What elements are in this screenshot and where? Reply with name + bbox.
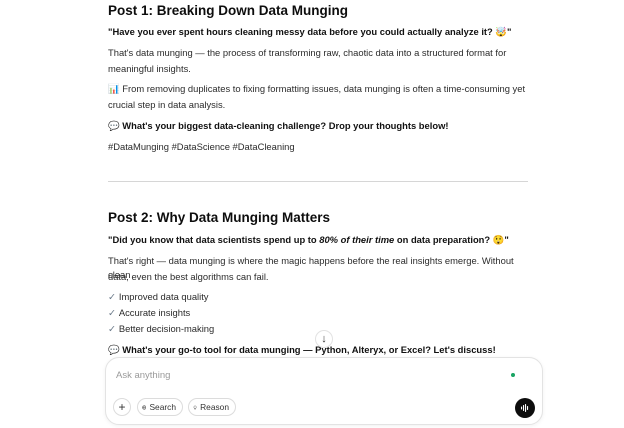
check-icon: ✓ bbox=[108, 291, 116, 302]
ask-input[interactable] bbox=[114, 366, 498, 384]
check-icon: ✓ bbox=[108, 307, 116, 318]
post2-hook-emphasis: 80% of their time bbox=[319, 234, 395, 245]
plus-icon: + bbox=[118, 400, 126, 414]
add-attachment-button[interactable]: + bbox=[113, 398, 131, 416]
reason-button[interactable]: Reason bbox=[188, 398, 236, 416]
check-item-label: Accurate insights bbox=[118, 307, 191, 318]
section-divider bbox=[108, 181, 528, 182]
post1-hashtags: #DataMunging #DataScience #DataCleaning bbox=[108, 141, 295, 152]
status-dot bbox=[511, 373, 515, 377]
post2-hook-pre: "Did you know that data scientists spend… bbox=[108, 234, 320, 245]
reason-label: Reason bbox=[200, 402, 229, 412]
globe-icon bbox=[142, 404, 147, 410]
post2-title: Post 2: Why Data Munging Matters bbox=[108, 210, 331, 225]
post1-title: Post 1: Breaking Down Data Munging bbox=[108, 3, 349, 18]
arrow-down-icon: ↓ bbox=[321, 333, 327, 345]
post1-paragraph1-line2: meaningful insights. bbox=[108, 63, 191, 74]
check-icon: ✓ bbox=[108, 323, 116, 334]
check-item: ✓ Improved data quality bbox=[108, 290, 528, 304]
check-item-label: Improved data quality bbox=[118, 291, 209, 302]
post2-hook: "Did you know that data scientists spend… bbox=[108, 233, 528, 247]
post1-hook: "Have you ever spent hours cleaning mess… bbox=[108, 26, 512, 37]
post1-paragraph2-line1: 📊 From removing duplicates to fixing for… bbox=[108, 83, 526, 94]
post1-paragraph1-line1: That's data munging — the process of tra… bbox=[108, 47, 507, 58]
scroll-down-button[interactable]: ↓ bbox=[315, 330, 333, 348]
waveform-icon bbox=[521, 404, 529, 412]
lightbulb-icon bbox=[193, 405, 197, 409]
post2-paragraph1-line2: data, even the best algorithms can fail. bbox=[108, 271, 269, 282]
post1-paragraph2-line2: crucial step in data analysis. bbox=[108, 99, 226, 110]
post1-question: 💬 What's your biggest data-cleaning chal… bbox=[108, 120, 449, 131]
check-item-label: Better decision-making bbox=[118, 323, 215, 334]
search-label: Search bbox=[149, 402, 176, 412]
post2-hook-post: on data preparation? 😲" bbox=[394, 234, 509, 245]
voice-mode-button[interactable] bbox=[515, 398, 535, 418]
check-item: ✓ Accurate insights bbox=[108, 306, 528, 320]
composer: + Search Reason bbox=[105, 357, 543, 425]
search-button[interactable]: Search bbox=[137, 398, 183, 416]
